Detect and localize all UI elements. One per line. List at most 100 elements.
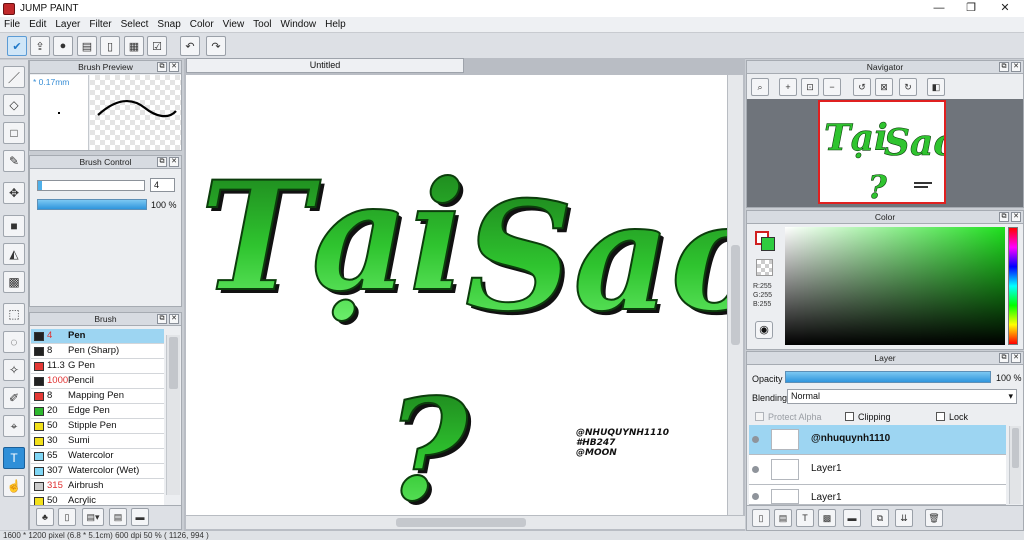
- menu-edit[interactable]: Edit: [29, 19, 46, 30]
- brush-menu-icon[interactable]: ▤▾: [82, 508, 104, 526]
- brush-item[interactable]: 315 Airbrush: [31, 479, 164, 494]
- zoom-in-icon[interactable]: +: [779, 78, 797, 96]
- close-icon[interactable]: ✕: [169, 314, 179, 324]
- check-icon[interactable]: ✔: [7, 36, 27, 56]
- fill-rect-icon[interactable]: ■: [3, 215, 25, 237]
- close-icon[interactable]: ✕: [169, 62, 179, 72]
- close-button[interactable]: ✕: [988, 0, 1022, 17]
- move-icon[interactable]: ✥: [3, 182, 25, 204]
- brush-size-input[interactable]: 4: [150, 178, 175, 192]
- brush-size-slider[interactable]: [37, 180, 145, 191]
- menu-file[interactable]: File: [4, 19, 20, 30]
- flip-icon[interactable]: ◧: [927, 78, 945, 96]
- brush-item[interactable]: 20 Edge Pen: [31, 404, 164, 419]
- rotate-right-icon[interactable]: ↻: [899, 78, 917, 96]
- float-icon[interactable]: ⧉: [999, 62, 1009, 72]
- page-icon[interactable]: ▯: [100, 36, 120, 56]
- undo-icon[interactable]: ↶: [180, 36, 200, 56]
- brush-item[interactable]: 50 Stipple Pen: [31, 419, 164, 434]
- export-icon[interactable]: ⇪: [30, 36, 50, 56]
- eye-icon[interactable]: [752, 493, 759, 500]
- rotate-left-icon[interactable]: ↺: [853, 78, 871, 96]
- menu-view[interactable]: View: [223, 19, 245, 30]
- brush-item[interactable]: 307 Watercolor (Wet): [31, 464, 164, 479]
- layer-opacity-slider[interactable]: [785, 371, 991, 383]
- canvas-vertical-scrollbar[interactable]: [727, 75, 743, 515]
- brush-tree-icon[interactable]: ♣: [36, 508, 54, 526]
- blending-select[interactable]: Normal ▾: [787, 389, 1017, 404]
- balloon-icon[interactable]: ▤: [77, 36, 97, 56]
- menu-layer[interactable]: Layer: [55, 19, 80, 30]
- float-icon[interactable]: ⧉: [157, 314, 167, 324]
- reset-icon[interactable]: ⊠: [875, 78, 893, 96]
- zoom-out-icon[interactable]: −: [823, 78, 841, 96]
- brush-item[interactable]: 4 Pen: [31, 329, 164, 344]
- brush-item[interactable]: 65 Watercolor: [31, 449, 164, 464]
- scroll-thumb[interactable]: [169, 337, 178, 389]
- brush-item[interactable]: 11.3 G Pen: [31, 359, 164, 374]
- maximize-button[interactable]: ❐: [954, 0, 988, 17]
- menu-snap[interactable]: Snap: [157, 19, 180, 30]
- menu-select[interactable]: Select: [121, 19, 149, 30]
- zoom-icon[interactable]: ⌕: [751, 78, 769, 96]
- folder-icon[interactable]: ▬: [131, 508, 149, 526]
- new-text-layer-icon[interactable]: T: [796, 509, 814, 527]
- menu-color[interactable]: Color: [190, 19, 214, 30]
- canvas[interactable]: Tại Tại Sao Sao ? ? @NHUQUYNH1110 #HB247…: [186, 75, 775, 537]
- brush-item[interactable]: 1000 Pencil: [31, 374, 164, 389]
- float-icon[interactable]: ⧉: [157, 157, 167, 167]
- folder-icon[interactable]: ▬: [843, 509, 861, 527]
- clipping-checkbox[interactable]: [845, 412, 854, 421]
- new-brush-icon[interactable]: ▯: [58, 508, 76, 526]
- rect-select-icon[interactable]: □: [3, 122, 25, 144]
- scroll-thumb[interactable]: [1012, 428, 1019, 468]
- close-icon[interactable]: ✕: [1011, 62, 1021, 72]
- layer-row[interactable]: Layer1: [749, 485, 1006, 505]
- eye-icon[interactable]: [752, 466, 759, 473]
- close-icon[interactable]: ✕: [1011, 212, 1021, 222]
- menu-window[interactable]: Window: [281, 19, 317, 30]
- hue-slider[interactable]: [1008, 227, 1018, 345]
- brush-icon[interactable]: ／: [3, 66, 25, 88]
- float-icon[interactable]: ⧉: [157, 62, 167, 72]
- magic-wand-icon[interactable]: ✧: [3, 359, 25, 381]
- edit-icon[interactable]: ✐: [3, 387, 25, 409]
- brush-list-scrollbar[interactable]: [166, 335, 180, 495]
- close-icon[interactable]: ✕: [1011, 353, 1021, 363]
- minimize-button[interactable]: —: [922, 0, 956, 17]
- color-picker-area[interactable]: [785, 227, 1005, 345]
- document-tab[interactable]: Untitled: [186, 58, 464, 73]
- lock-checkbox[interactable]: [936, 412, 945, 421]
- fit-icon[interactable]: ⊡: [801, 78, 819, 96]
- marquee-icon[interactable]: ⬚: [3, 303, 25, 325]
- brush-opacity-slider[interactable]: [37, 199, 147, 210]
- menu-help[interactable]: Help: [325, 19, 346, 30]
- vertical-scroll-thumb[interactable]: [731, 245, 740, 345]
- layer-list-scrollbar[interactable]: [1009, 426, 1021, 504]
- secondary-color-swatch[interactable]: [761, 237, 775, 251]
- brush-copy-icon[interactable]: ▤: [109, 508, 127, 526]
- navigator-view[interactable]: Tại Sao ?: [747, 99, 1023, 207]
- lasso-icon[interactable]: ◌: [3, 331, 25, 353]
- float-icon[interactable]: ⧉: [999, 212, 1009, 222]
- bucket-icon[interactable]: ◭: [3, 243, 25, 265]
- horizontal-scroll-thumb[interactable]: [396, 518, 526, 527]
- eye-icon[interactable]: [752, 436, 759, 443]
- brush-item[interactable]: 30 Sumi: [31, 434, 164, 449]
- protect-alpha-checkbox[interactable]: [755, 412, 764, 421]
- float-icon[interactable]: ⧉: [999, 353, 1009, 363]
- eraser-icon[interactable]: ◇: [3, 94, 25, 116]
- panel-icon[interactable]: ▦: [124, 36, 144, 56]
- delete-layer-icon[interactable]: 🗑: [925, 509, 943, 527]
- hand-icon[interactable]: ☝: [3, 475, 25, 497]
- pen-icon[interactable]: ✎: [3, 150, 25, 172]
- select-pen-icon[interactable]: ⌖: [3, 415, 25, 437]
- palette-icon[interactable]: ◉: [755, 321, 773, 339]
- gradient-icon[interactable]: ▩: [3, 271, 25, 293]
- comment-icon[interactable]: ●: [53, 36, 73, 56]
- layer-row[interactable]: Layer1: [749, 455, 1006, 485]
- layer-row[interactable]: @nhuquynh1110: [749, 425, 1006, 455]
- checklist-icon[interactable]: ☑: [147, 36, 167, 56]
- new-raster-layer-icon[interactable]: ▤: [774, 509, 792, 527]
- menu-tool[interactable]: Tool: [253, 19, 271, 30]
